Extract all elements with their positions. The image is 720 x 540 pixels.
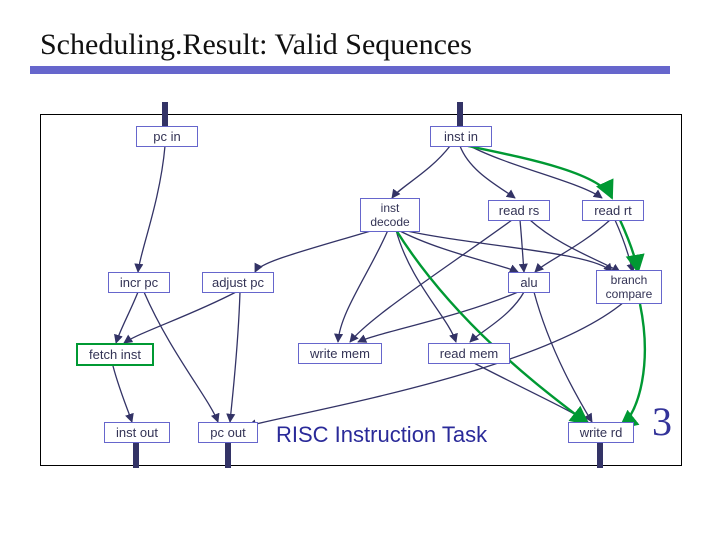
node-write-mem: write mem [298,343,382,364]
node-inst-out: inst out [104,422,170,443]
node-read-rt: read rt [582,200,644,221]
node-pc-out: pc out [198,422,258,443]
caption: RISC Instruction Task [276,422,487,448]
node-read-mem: read mem [428,343,510,364]
node-incr-pc: incr pc [108,272,170,293]
node-inst-decode: inst decode [360,198,420,232]
node-write-rd: write rd [568,422,634,443]
node-read-rs: read rs [488,200,550,221]
node-alu: alu [508,272,550,293]
node-adjust-pc: adjust pc [202,272,274,293]
title-underline [30,66,670,74]
slide-title: Scheduling.Result: Valid Sequences [40,28,690,62]
node-pc-in: pc in [136,126,198,147]
page-number: 3 [652,398,672,445]
node-fetch-inst: fetch inst [76,343,154,366]
node-branch-compare: branch compare [596,270,662,304]
node-inst-in: inst in [430,126,492,147]
